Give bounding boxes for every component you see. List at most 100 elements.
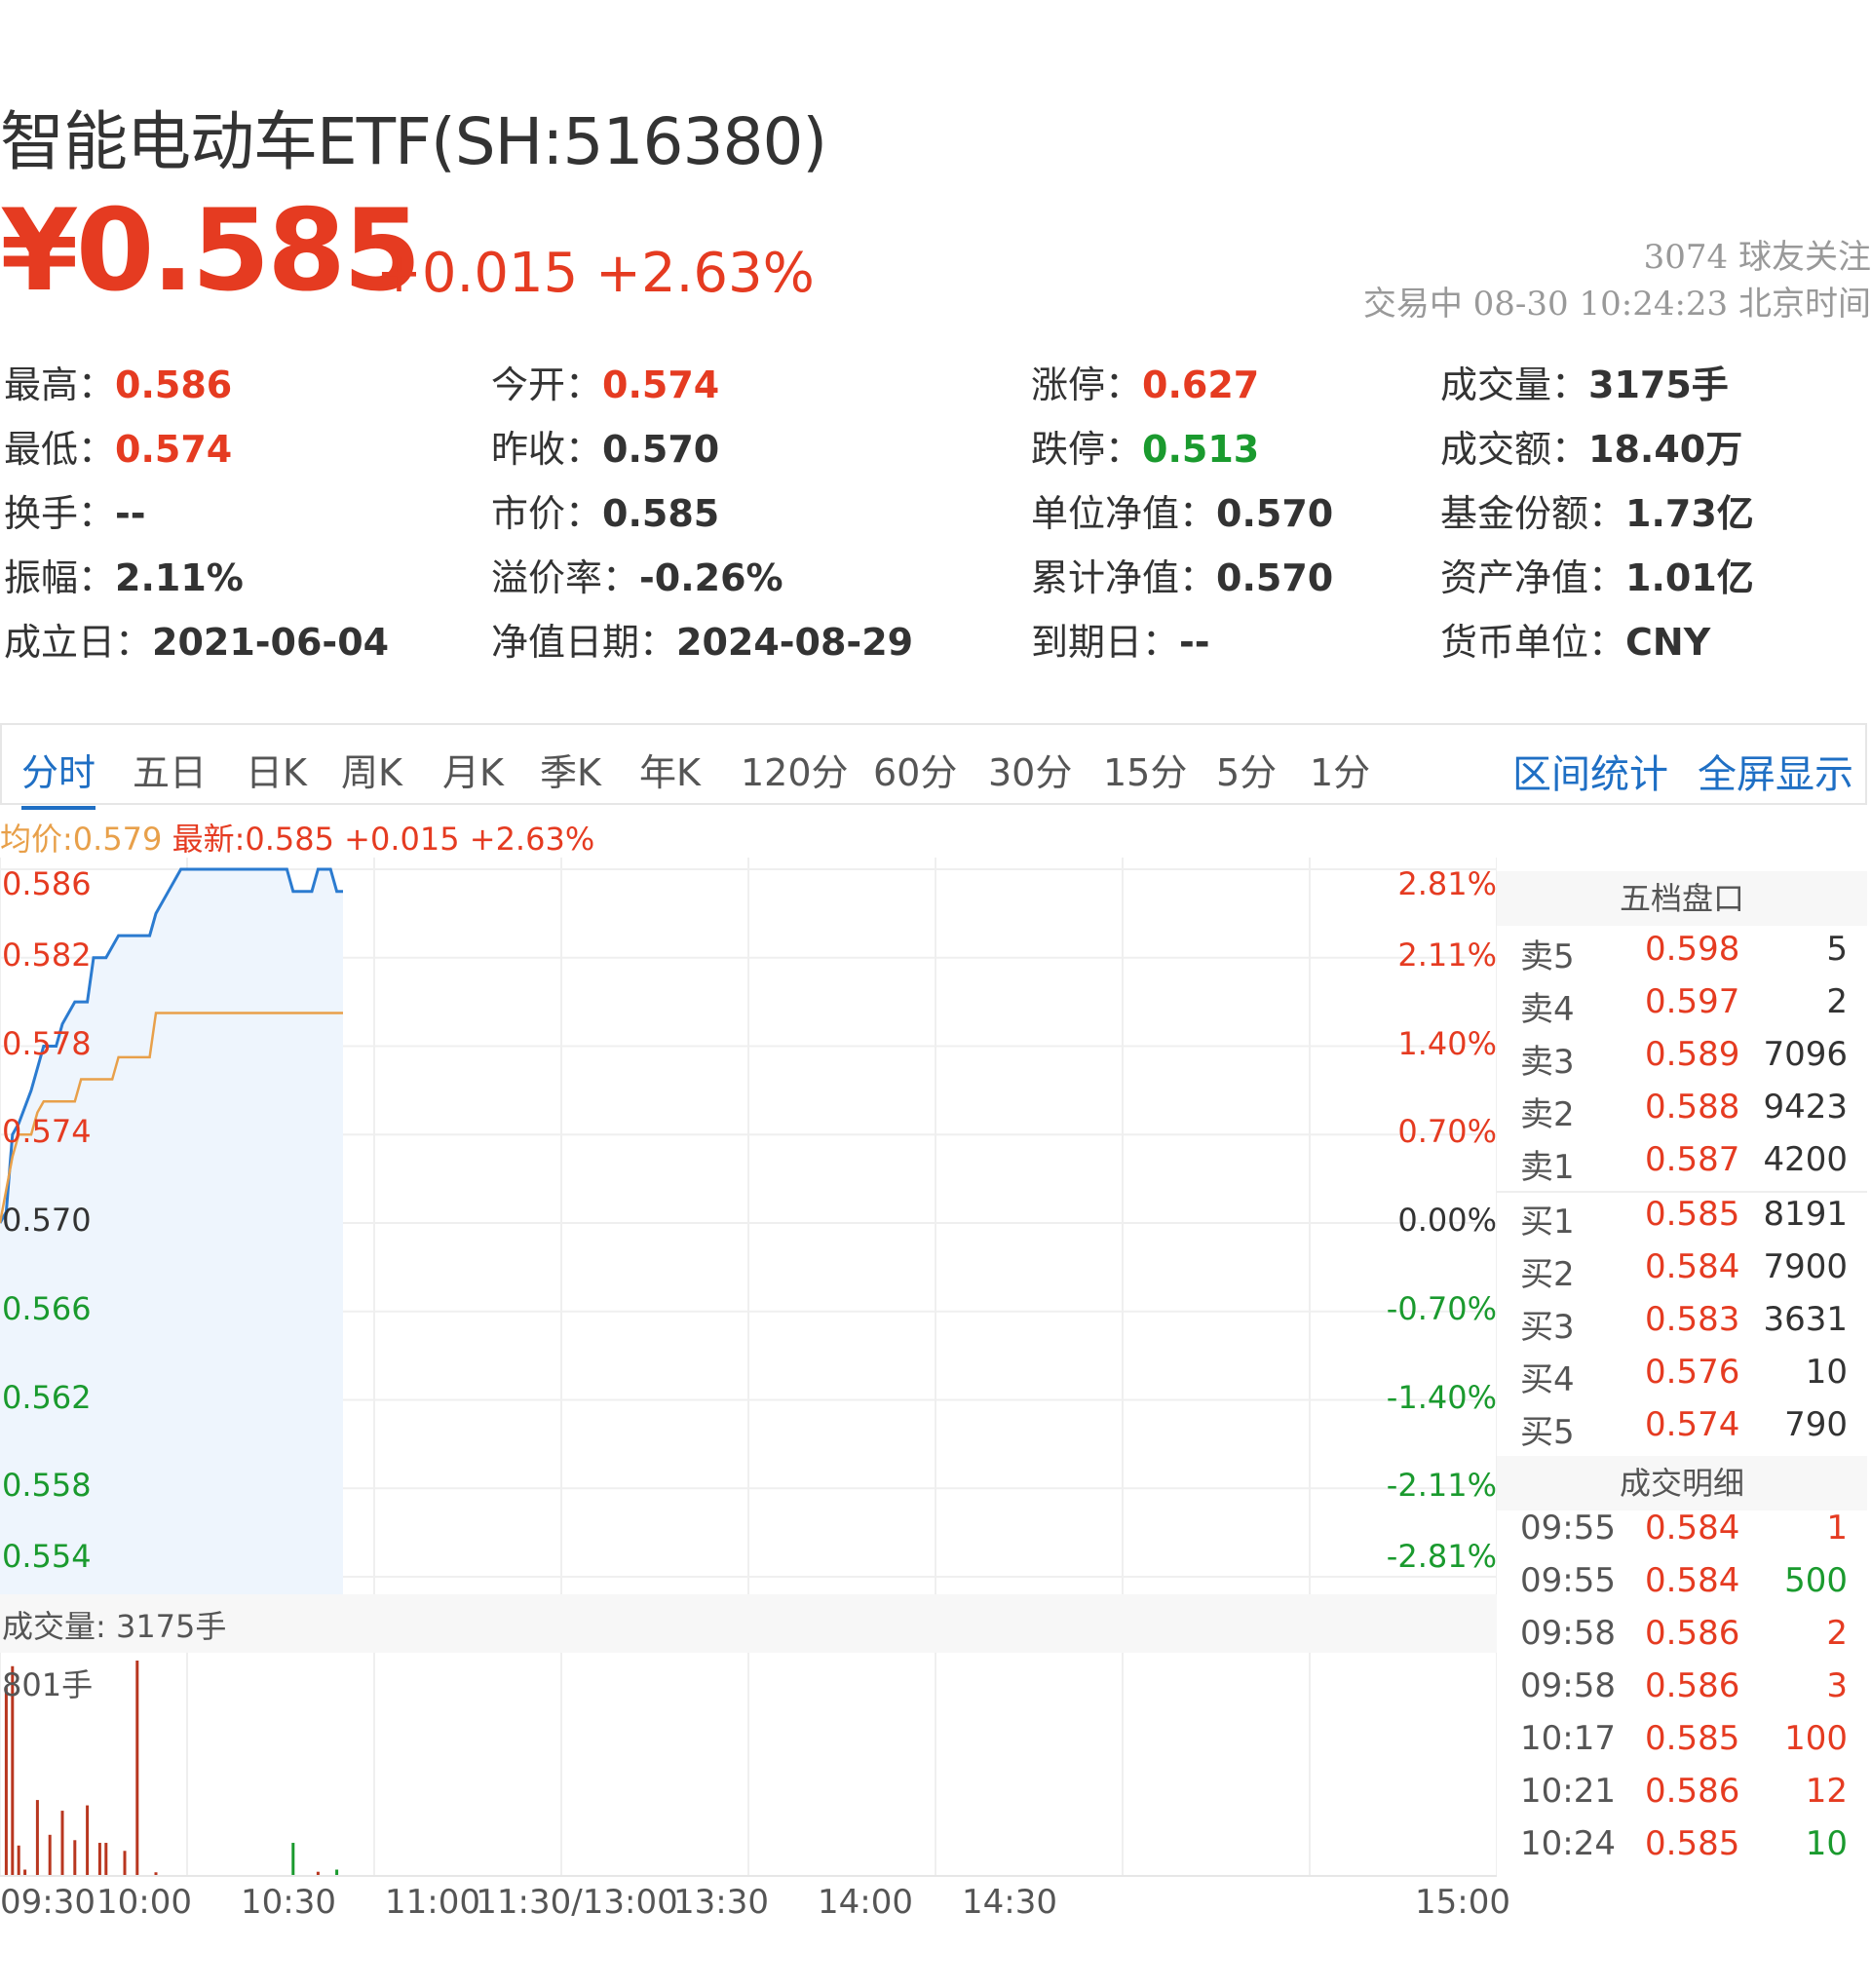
ask-row[interactable]: 卖1 0.587 4200 (1497, 1140, 1867, 1191)
stat-label: 昨收： (491, 428, 603, 471)
stat-value: 1.73亿 (1625, 492, 1754, 535)
tab-11[interactable]: 15分 (1103, 743, 1187, 796)
bid-row[interactable]: 买4 0.576 10 (1497, 1353, 1867, 1403)
tab-9[interactable]: 60分 (873, 743, 957, 796)
stat-value: 2.11% (115, 556, 244, 599)
stat-item: 基金份额：1.73亿 (1440, 483, 1754, 537)
stat-label: 市价： (491, 492, 603, 535)
volume-bar (123, 1851, 127, 1875)
chart-legend: 均价:0.579 最新:0.585 +0.015 +2.63% (0, 815, 594, 860)
x-tick: 10:00 (96, 1883, 192, 1922)
trade-row[interactable]: 09:55 0.584 500 (1497, 1561, 1867, 1612)
stat-label: 成交额： (1440, 428, 1589, 471)
tab-6[interactable]: 季K (540, 743, 601, 796)
volume-bar (154, 1872, 158, 1875)
stat-value: 2024-08-29 (676, 621, 914, 664)
stat-value: 0.570 (602, 428, 720, 471)
stat-item: 今开：0.574 (491, 355, 719, 408)
stat-value: CNY (1625, 621, 1711, 664)
ask-row[interactable]: 卖3 0.589 7096 (1497, 1035, 1867, 1086)
fullscreen-link[interactable]: 全屏显示 (1698, 743, 1853, 799)
volume-bar (135, 1661, 139, 1875)
stat-label: 最低： (4, 428, 116, 471)
range-stats-link[interactable]: 区间统计 (1512, 743, 1668, 799)
stat-item: 涨停：0.627 (1031, 355, 1259, 408)
tab-12[interactable]: 5分 (1216, 743, 1277, 796)
legend-avg: 均价:0.579 (0, 821, 163, 858)
trades-title: 成交明细 (1497, 1456, 1867, 1510)
y-tick-left: 0.578 (2, 1024, 92, 1062)
bid-row[interactable]: 买1 0.585 8191 (1497, 1195, 1867, 1245)
book-qty: 2 (1826, 982, 1848, 1021)
stat-item: 换手：-- (4, 483, 146, 537)
tab-5[interactable]: 月K (442, 743, 504, 796)
page-title: 智能电动车ETF(SH:516380) (0, 104, 827, 179)
stat-item: 振幅：2.11% (4, 548, 244, 601)
volume-bar (4, 1687, 8, 1875)
book-price: 0.589 (1645, 1035, 1740, 1074)
stat-value: 0.574 (602, 363, 720, 406)
stat-item: 昨收：0.570 (491, 419, 719, 473)
book-label: 买2 (1520, 1255, 1575, 1294)
intraday-price-chart[interactable] (0, 858, 1497, 1594)
stat-item: 累计净值：0.570 (1031, 548, 1333, 601)
volume-bar (335, 1869, 339, 1875)
book-label: 卖2 (1520, 1095, 1575, 1134)
stat-value: 1.01亿 (1625, 556, 1754, 599)
tab-8[interactable]: 120分 (741, 743, 849, 796)
trade-time: 09:55 (1520, 1561, 1616, 1600)
volume-bar (104, 1843, 108, 1875)
volume-bar (17, 1845, 20, 1875)
book-label: 买5 (1520, 1413, 1575, 1452)
trade-price: 0.586 (1645, 1772, 1740, 1811)
trade-price: 0.584 (1645, 1561, 1740, 1600)
tab-3[interactable]: 日K (246, 743, 307, 796)
trade-row[interactable]: 10:17 0.585 100 (1497, 1719, 1867, 1770)
stat-item: 溢价率：-0.26% (491, 548, 783, 601)
stat-item: 货币单位：CNY (1440, 612, 1710, 666)
book-qty: 5 (1826, 930, 1848, 969)
legend-pct: +2.63% (469, 821, 595, 858)
book-qty: 9423 (1763, 1088, 1848, 1127)
y-tick-right: 0.70% (1397, 1113, 1497, 1151)
volume-chart[interactable] (0, 1653, 1497, 1877)
volume-bar (48, 1834, 52, 1875)
trade-time: 10:24 (1520, 1824, 1616, 1863)
tab-2[interactable]: 五日 (133, 743, 207, 796)
tab-7[interactable]: 年K (639, 743, 701, 796)
trade-row[interactable]: 09:55 0.584 1 (1497, 1509, 1867, 1559)
volume-bar (291, 1843, 295, 1875)
x-tick: 11:30/13:00 (476, 1883, 678, 1922)
x-tick: 14:30 (962, 1883, 1057, 1922)
stat-value: 18.40万 (1588, 428, 1743, 471)
ask-row[interactable]: 卖2 0.588 9423 (1497, 1088, 1867, 1138)
bid-row[interactable]: 买3 0.583 3631 (1497, 1300, 1867, 1351)
trade-row[interactable]: 09:58 0.586 2 (1497, 1614, 1867, 1664)
tab-10[interactable]: 30分 (988, 743, 1072, 796)
volume-bar (86, 1805, 90, 1875)
tab-1[interactable]: 分时 (21, 743, 96, 810)
book-label: 买1 (1520, 1203, 1575, 1242)
stat-label: 溢价率： (491, 556, 640, 599)
trade-row[interactable]: 10:24 0.585 10 (1497, 1824, 1867, 1875)
chart-period-tabs: 分时 五日 日K 周K 月K 季K 年K 120分 60分 30分 15分 5分 1分 区间统计 全屏显示 (0, 723, 1867, 810)
trade-row[interactable]: 09:58 0.586 3 (1497, 1666, 1867, 1717)
y-tick-right: -0.70% (1386, 1289, 1497, 1327)
bid-row[interactable]: 买5 0.574 790 (1497, 1405, 1867, 1456)
volume-bar (316, 1871, 320, 1875)
stat-label: 累计净值： (1031, 556, 1217, 599)
bid-row[interactable]: 买2 0.584 7900 (1497, 1247, 1867, 1298)
stat-label: 今开： (491, 363, 603, 406)
trade-row[interactable]: 10:21 0.586 12 (1497, 1772, 1867, 1822)
ask-row[interactable]: 卖5 0.598 5 (1497, 930, 1867, 980)
book-price: 0.598 (1645, 930, 1740, 969)
tab-4[interactable]: 周K (341, 743, 402, 796)
trade-price: 0.585 (1645, 1719, 1740, 1758)
trade-price: 0.584 (1645, 1509, 1740, 1548)
tab-13[interactable]: 1分 (1310, 743, 1370, 796)
stat-value: -0.26% (639, 556, 783, 599)
current-price: ¥0.585 (0, 185, 422, 317)
book-price: 0.574 (1645, 1405, 1740, 1444)
ask-row[interactable]: 卖4 0.597 2 (1497, 982, 1867, 1033)
trade-qty: 3 (1826, 1666, 1848, 1705)
